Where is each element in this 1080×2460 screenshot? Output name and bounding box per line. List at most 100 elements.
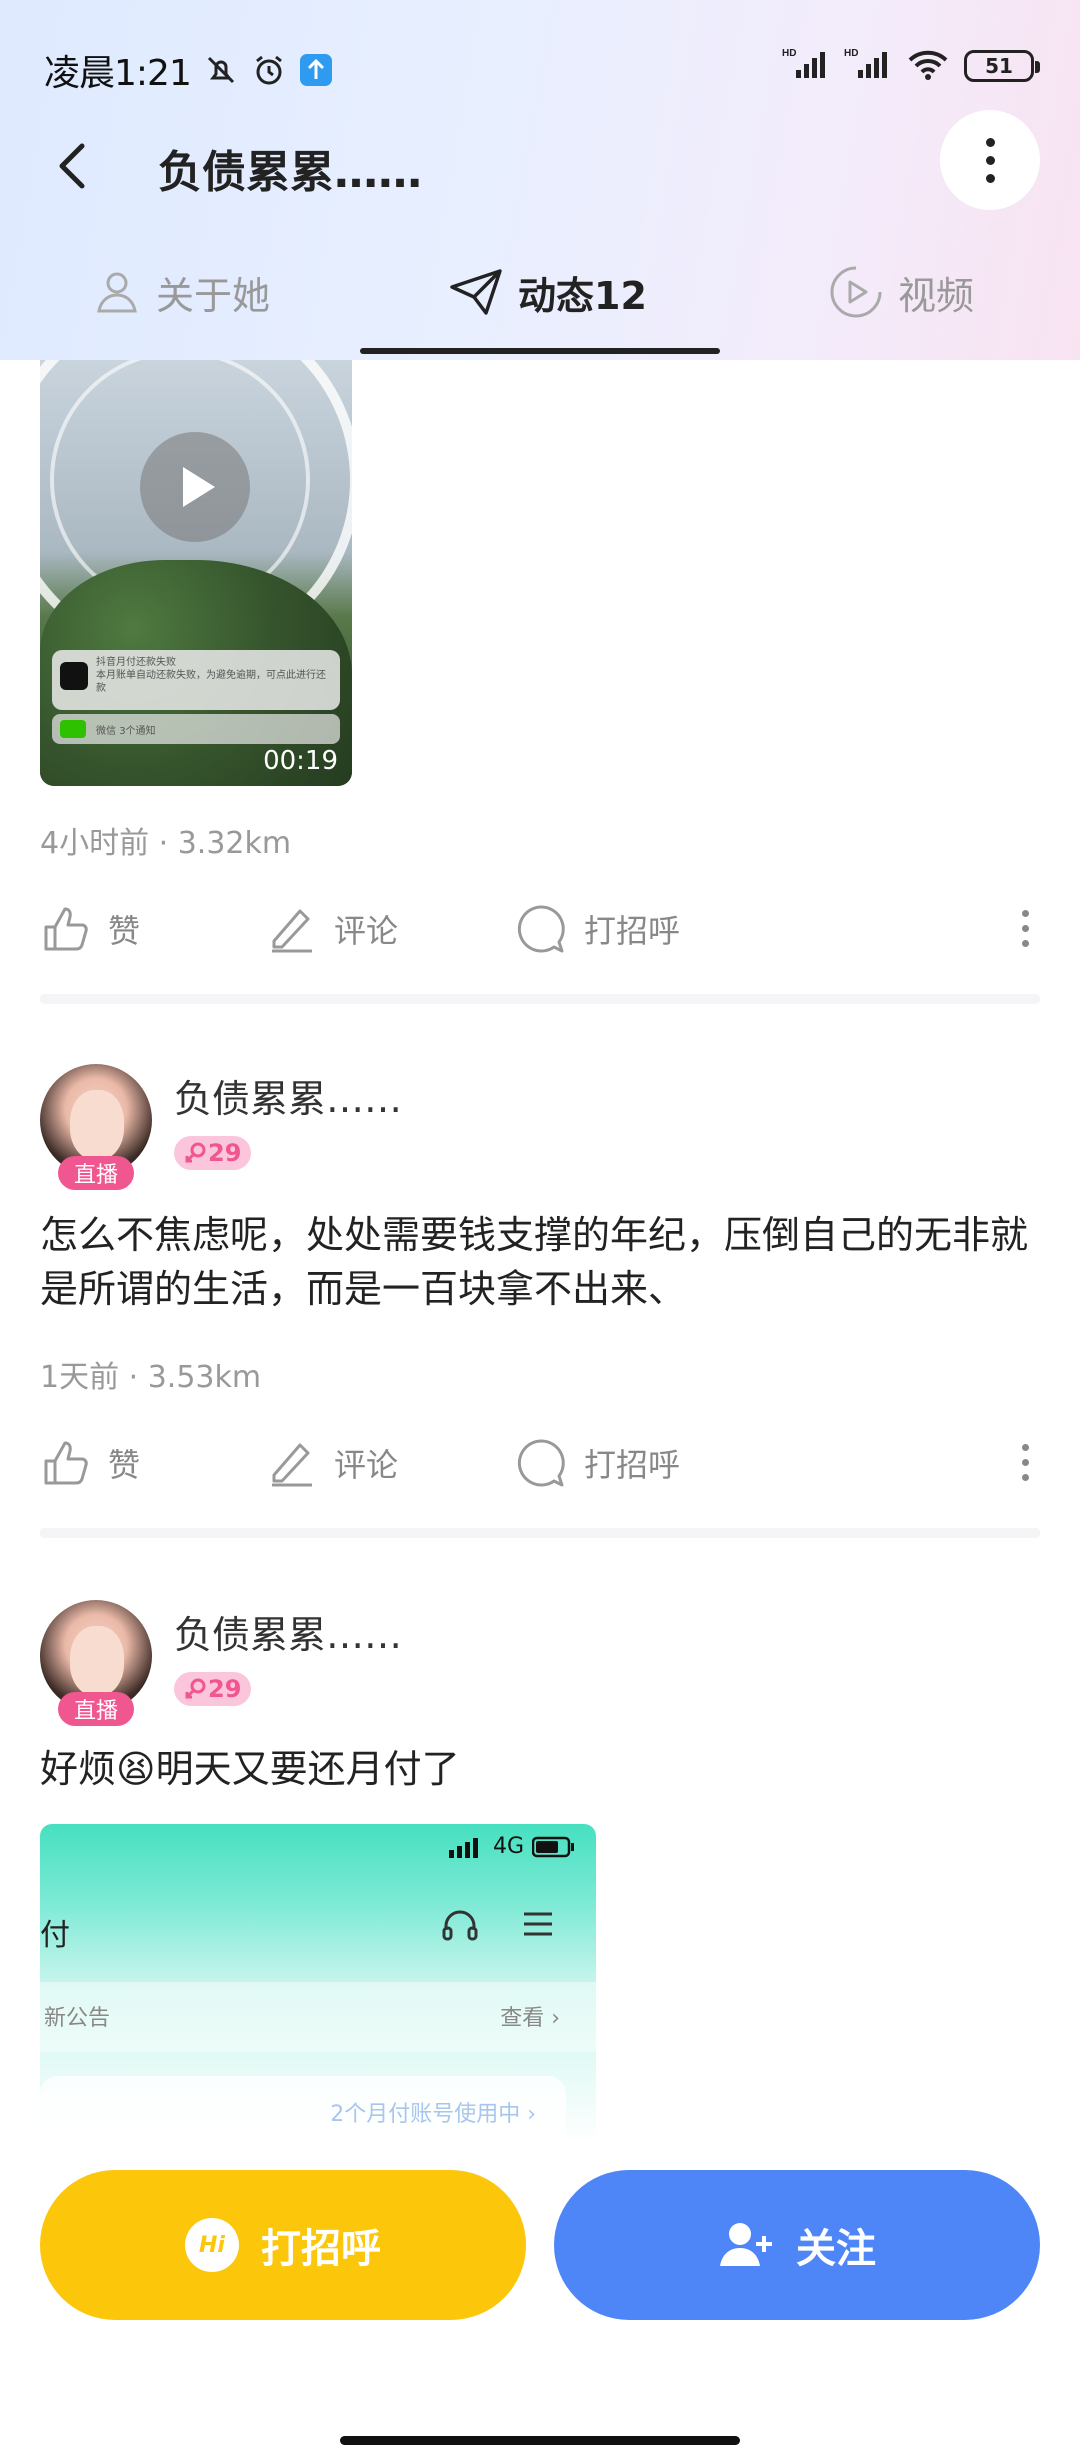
tab-about-label: 关于她 [156, 273, 271, 318]
more-dot-icon [1021, 1473, 1029, 1481]
post-image[interactable]: 4G 付 新公告 查看 › 2个月付账号使用中 › [40, 1824, 596, 2144]
upload-notify-icon [299, 53, 333, 87]
posts-feed[interactable]: 抖音月付还款失败 本月账单自动还款失败，为避免逾期，可点此进行还款 微信 3个通… [0, 360, 1080, 2180]
comment-button[interactable]: 评论 [266, 1428, 398, 1498]
post-meta: 4小时前 · 3.32km [40, 826, 292, 861]
more-dot-icon [1021, 1458, 1029, 1466]
post-meta: 1天前 · 3.53km [40, 1360, 262, 1395]
headset-icon [442, 1910, 478, 1941]
notif-app: 抖音月付还款失败 [96, 657, 176, 668]
follow-button[interactable]: 关注 [554, 2170, 1040, 2320]
post-divider [40, 994, 1040, 1004]
avatar-face [70, 1090, 124, 1160]
hi-icon: Hi [185, 2218, 239, 2272]
svg-text:HD: HD [782, 48, 796, 59]
age-value: 29 [208, 1675, 242, 1703]
thumbs-up-icon [44, 1441, 88, 1485]
post-header: 直播 负债累累…… 29 [40, 1600, 1040, 1726]
follow-label: 关注 [796, 2226, 876, 2272]
greet-button[interactable]: 打招呼 [516, 1428, 680, 1498]
network-type: 4G [492, 1834, 524, 1859]
signal-hd-1-icon: HD [782, 46, 830, 86]
notice-label: 新公告 [44, 2006, 111, 2031]
profile-tabs: 关于她 动态12 视频 [0, 248, 1080, 360]
image-status-bar: 4G [448, 1834, 576, 1859]
signal-icon [448, 1837, 478, 1858]
video-notification-overlay: 抖音月付还款失败 本月账单自动还款失败，为避免逾期，可点此进行还款 [52, 650, 340, 710]
post-author-name[interactable]: 负债累累…… [174, 1604, 402, 1659]
image-page-title: 付 [40, 1918, 70, 1953]
battery-icon: 51 [964, 50, 1040, 82]
image-notice-row: 新公告 查看 › [40, 1982, 596, 2052]
mute-icon [203, 52, 239, 88]
video-duration: 00:19 [263, 746, 338, 776]
signal-hd-2-icon: HD [844, 46, 892, 86]
bottom-action-bar: Hi 打招呼 关注 [0, 2160, 1080, 2460]
post-video-thumbnail[interactable]: 抖音月付还款失败 本月账单自动还款失败，为避免逾期，可点此进行还款 微信 3个通… [40, 360, 352, 786]
comment-label: 评论 [334, 1446, 399, 1484]
comment-label: 评论 [334, 912, 399, 950]
greet-button[interactable]: 打招呼 [516, 894, 680, 964]
more-dot-icon [1021, 924, 1029, 932]
post-author-name[interactable]: 负债累累…… [174, 1068, 402, 1123]
tiktok-icon [60, 662, 88, 690]
age-value: 29 [208, 1139, 242, 1167]
person-icon [97, 272, 137, 313]
live-badge: 直播 [58, 1156, 134, 1190]
like-label: 赞 [108, 912, 141, 950]
more-dot-icon [1021, 909, 1029, 917]
gender-age-badge: 29 [174, 1136, 252, 1170]
nav-bar: 负债累累…… [0, 110, 1080, 220]
pencil-icon [272, 909, 312, 953]
post-header: 直播 负债累累…… 29 [40, 1064, 1040, 1190]
tab-videos[interactable]: 视频 [828, 256, 974, 328]
tab-about[interactable]: 关于她 [92, 256, 270, 328]
post-actions: 赞 评论 打招呼 [40, 1428, 1040, 1498]
live-badge: 直播 [58, 1692, 134, 1726]
image-account-card: 2个月付账号使用中 › [40, 2076, 566, 2144]
profile-header: 凌晨1:21 HD HD 51 负债累累…… 关于她 动态12 视频 [0, 0, 1080, 360]
send-icon [450, 269, 502, 315]
like-button[interactable]: 赞 [40, 1428, 140, 1498]
post-more-button[interactable] [1010, 1432, 1040, 1492]
more-dot-icon [985, 173, 995, 183]
more-dot-icon [985, 137, 995, 147]
svg-text:HD: HD [844, 48, 858, 59]
add-user-icon [720, 2223, 772, 2266]
back-arrow-icon [59, 143, 85, 189]
tab-posts-label: 动态12 [518, 273, 647, 318]
home-indicator[interactable] [340, 2436, 740, 2445]
say-hi-button[interactable]: Hi 打招呼 [40, 2170, 526, 2320]
post-text: 好烦😫明天又要还月付了 [40, 1747, 460, 1791]
post-more-button[interactable] [1010, 898, 1040, 958]
play-icon[interactable] [140, 432, 250, 542]
video-notification-overlay-2: 微信 3个通知 [52, 714, 340, 744]
notif2-app: 微信 [96, 726, 116, 737]
tab-videos-label: 视频 [898, 273, 975, 318]
comment-button[interactable]: 评论 [266, 894, 398, 964]
chat-bubble-icon [517, 905, 565, 953]
post-divider [40, 1528, 1040, 1538]
like-button[interactable]: 赞 [40, 894, 140, 964]
female-icon [185, 1678, 206, 1699]
video-play-icon [830, 266, 882, 318]
tab-posts[interactable]: 动态12 [448, 256, 647, 328]
active-tab-indicator [360, 348, 720, 354]
status-bar: 凌晨1:21 HD HD 51 [0, 36, 1080, 100]
wifi-icon [906, 46, 950, 86]
more-dot-icon [1021, 1443, 1029, 1451]
say-hi-label: 打招呼 [261, 2226, 381, 2272]
page-title: 负债累累…… [158, 147, 422, 198]
chat-bubble-icon [517, 1439, 565, 1487]
notif-body: 本月账单自动还款失败，为避免逾期，可点此进行还款 [96, 670, 326, 694]
like-label: 赞 [108, 1446, 141, 1484]
post-actions: 赞 评论 打招呼 [40, 894, 1040, 964]
notice-link: 查看 › [500, 2006, 560, 2031]
image-toolbar [440, 1906, 556, 1946]
greet-label: 打招呼 [584, 1446, 681, 1484]
notif2-body: 3个通知 [119, 726, 156, 737]
more-options-button[interactable] [940, 110, 1040, 210]
back-button[interactable] [46, 136, 106, 196]
menu-icon [524, 1912, 552, 1936]
thumbs-up-icon [44, 907, 88, 951]
